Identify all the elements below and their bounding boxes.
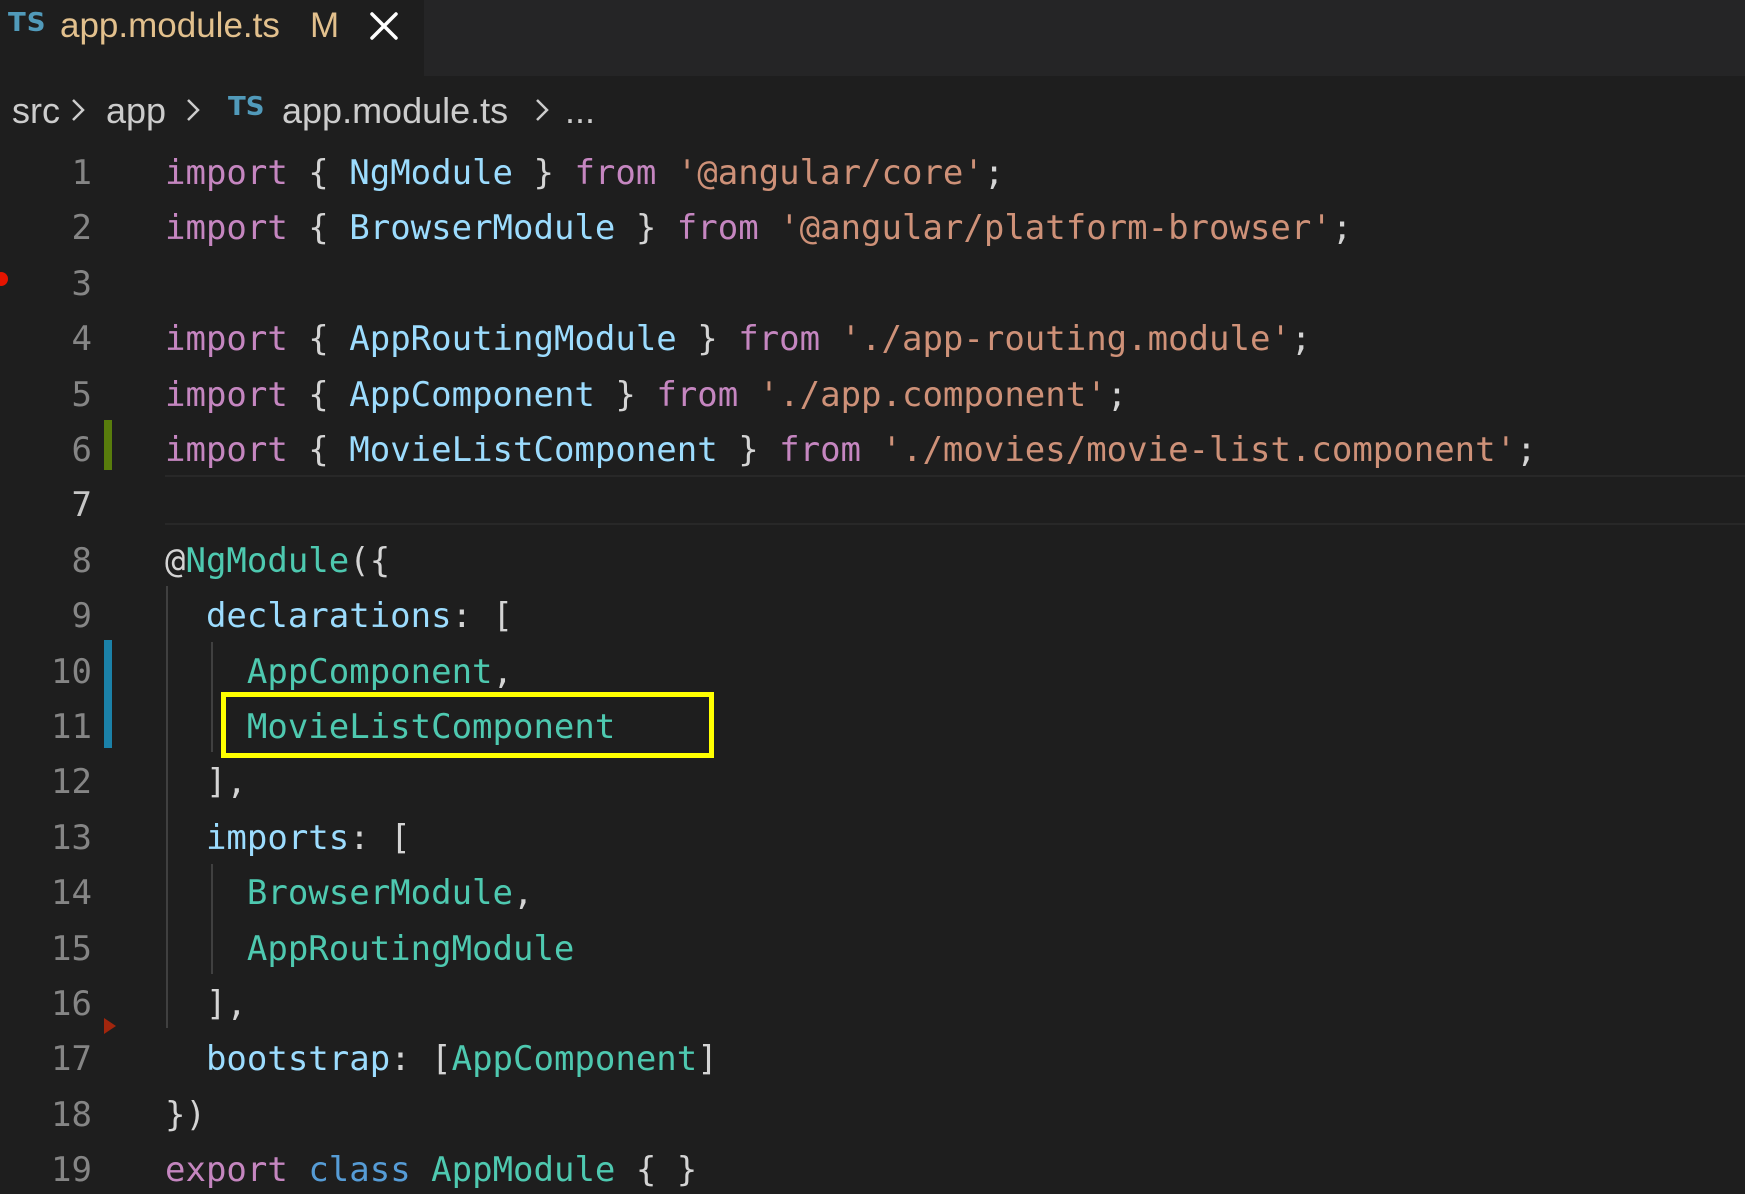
line-content: ],: [205, 762, 247, 803]
code-line-5: 5 import { AppComponent } from './app.co…: [0, 368, 1745, 423]
line-content: import { MovieListComponent } from './mo…: [165, 430, 1537, 470]
line-content: ],: [205, 984, 247, 1024]
line-number: 15: [51, 928, 92, 969]
code-line-6: 6 import { MovieListComponent } from './…: [0, 423, 1745, 478]
line-number: 14: [51, 873, 92, 914]
line-content: imports: [: [205, 817, 411, 858]
editor-tab-app-module[interactable]: TS app.module.ts M: [0, 0, 424, 76]
tab-modified-indicator: M: [310, 6, 340, 45]
line-number: 4: [71, 319, 92, 360]
breadcrumb-item-file[interactable]: app.module.ts: [282, 90, 508, 132]
line-number: 7: [71, 485, 92, 526]
typescript-icon: TS: [8, 8, 47, 38]
line-content: import { AppComponent } from './app.comp…: [165, 374, 1128, 415]
code-line-7: 7: [0, 478, 1745, 533]
close-icon[interactable]: [362, 4, 406, 48]
code-line-4: 4 import { AppRoutingModule } from './ap…: [0, 312, 1745, 367]
line-number: 11: [51, 707, 92, 747]
code-line-13: 13 imports: [: [0, 811, 1745, 866]
chevron-right-icon: [532, 90, 554, 130]
line-number: 19: [51, 1150, 92, 1191]
code-line-9: 9 declarations: [: [0, 589, 1745, 644]
breadcrumb-item-src[interactable]: src: [12, 90, 60, 132]
tab-title: app.module.ts: [60, 6, 280, 45]
code-line-14: 14 BrowserModule,: [0, 866, 1745, 921]
line-number: 18: [51, 1094, 92, 1135]
line-number: 3: [71, 263, 92, 304]
breadcrumb-item-symbol[interactable]: ...: [565, 90, 595, 132]
line-number: 9: [71, 596, 92, 637]
breadcrumb-item-app[interactable]: app: [106, 90, 166, 132]
line-content: @NgModule({: [165, 540, 391, 581]
line-content: import { NgModule } from '@angular/core'…: [165, 153, 1005, 193]
code-editor[interactable]: 1 import { NgModule } from '@angular/cor…: [0, 146, 1745, 1194]
line-number: 1: [71, 153, 92, 193]
typescript-icon: TS: [228, 92, 265, 122]
line-number: 5: [71, 374, 92, 415]
line-number: 10: [51, 651, 92, 692]
code-line-2: 2 import { BrowserModule } from '@angula…: [0, 201, 1745, 256]
line-content: export class AppModule { }: [165, 1150, 698, 1191]
line-content: BrowserModule,: [246, 873, 534, 914]
line-number: 17: [51, 1039, 92, 1080]
code-line-19: 19 export class AppModule { }: [0, 1143, 1745, 1194]
code-line-8: 8 @NgModule({: [0, 534, 1745, 589]
line-content: declarations: [: [205, 596, 514, 637]
line-content: AppRoutingModule: [246, 928, 575, 969]
code-line-12: 12 ],: [0, 755, 1745, 810]
line-number: 6: [71, 430, 92, 470]
annotation-highlight-box: [221, 692, 714, 758]
chevron-right-icon: [183, 90, 205, 130]
code-line-15: 15 AppRoutingModule: [0, 922, 1745, 977]
code-line-1: 1 import { NgModule } from '@angular/cor…: [0, 146, 1745, 201]
code-line-18: 18 }): [0, 1088, 1745, 1143]
code-line-16: 16 ],: [0, 977, 1745, 1032]
code-line-3: 3: [0, 257, 1745, 312]
chevron-right-icon: [68, 90, 90, 130]
line-content: }): [165, 1094, 206, 1135]
line-content: import { AppRoutingModule } from './app-…: [165, 319, 1312, 360]
breadcrumb: src app TS app.module.ts ...: [0, 76, 1745, 146]
line-content: import { BrowserModule } from '@angular/…: [165, 208, 1353, 249]
line-number: 16: [51, 984, 92, 1024]
line-content: bootstrap: [AppComponent]: [205, 1039, 718, 1080]
code-line-17: 17 bootstrap: [AppComponent]: [0, 1032, 1745, 1087]
line-number: 12: [51, 762, 92, 803]
line-number: 2: [71, 208, 92, 249]
line-number: 13: [51, 817, 92, 858]
line-number: 8: [71, 540, 92, 581]
tab-bar: TS app.module.ts M: [0, 0, 1745, 76]
